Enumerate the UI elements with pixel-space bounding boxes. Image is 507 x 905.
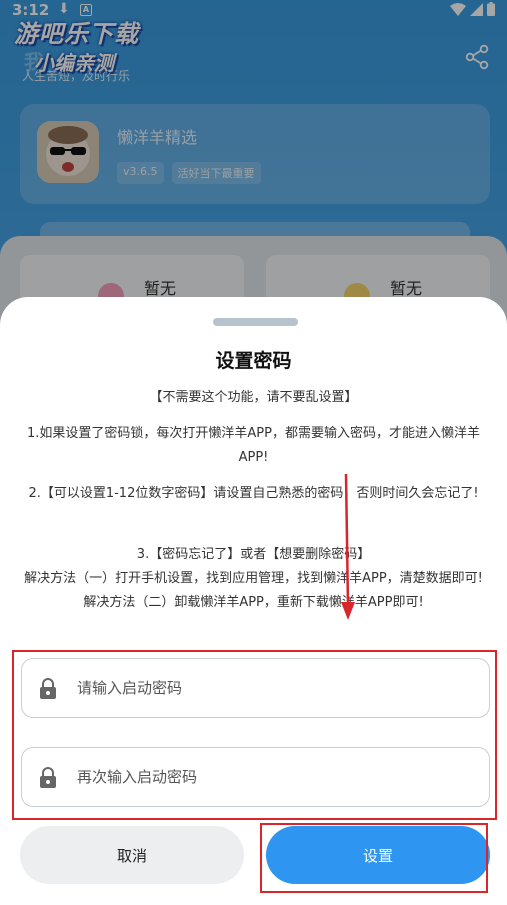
instruction-2: 2.【可以设置1-12位数字密码】请设置自己熟悉的密码，否则时间久会忘记了! bbox=[28, 486, 479, 501]
drag-handle[interactable] bbox=[213, 318, 298, 326]
set-password-sheet: 设置密码 【不需要这个功能，请不要乱设置】 1.如果设置了密码锁，每次打开懒洋羊… bbox=[0, 297, 507, 905]
instruction-3: 3.【密码忘记了】或者【想要删除密码】 解决方法（一）打开手机设置，找到应用管理… bbox=[22, 543, 485, 615]
lock-icon bbox=[40, 767, 56, 788]
instruction-1: 1.如果设置了密码锁，每次打开懒洋羊APP，都需要输入密码，才能进入懒洋羊APP… bbox=[27, 426, 480, 465]
annotation-arrow bbox=[341, 474, 355, 620]
instruction-3-method-1: 解决方法（一）打开手机设置，找到应用管理，找到懒洋羊APP，清楚数据即可! bbox=[24, 571, 483, 586]
password-field[interactable] bbox=[21, 658, 490, 718]
password-input[interactable] bbox=[77, 659, 477, 716]
confirm-password-input[interactable] bbox=[77, 748, 477, 805]
instruction-3-method-2: 解决方法（二）卸载懒洋羊APP，重新下载懒洋羊APP即可! bbox=[83, 595, 424, 610]
instruction-3-heading: 3.【密码忘记了】或者【想要删除密码】 bbox=[136, 547, 371, 562]
sheet-warning-note: 【不需要这个功能，请不要乱设置】 bbox=[149, 390, 358, 405]
lock-icon bbox=[40, 678, 56, 699]
sheet-title: 设置密码 bbox=[215, 350, 292, 372]
set-button[interactable]: 设置 bbox=[266, 826, 490, 884]
confirm-password-field[interactable] bbox=[21, 747, 490, 807]
cancel-button[interactable]: 取消 bbox=[20, 826, 244, 884]
